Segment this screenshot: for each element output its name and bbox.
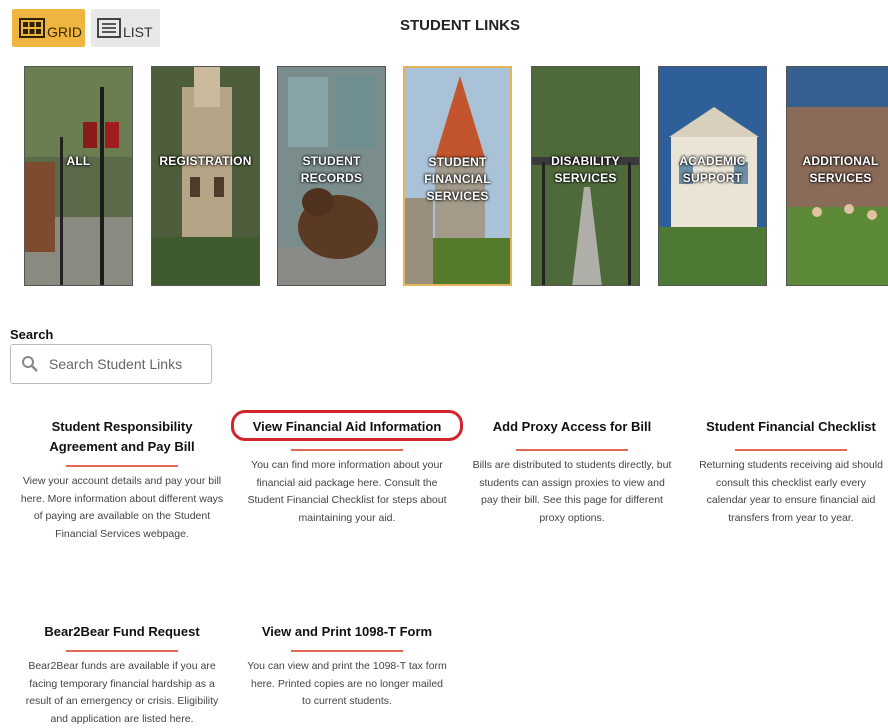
card-1098t[interactable]: View and Print 1098-T Form You can view … [240, 622, 454, 711]
page-title: STUDENT LINKS [400, 17, 520, 34]
divider [516, 449, 628, 451]
card-title[interactable]: Add Proxy Access for Bill [466, 417, 678, 437]
card-pay-bill[interactable]: Student Responsibility Agreement and Pay… [16, 417, 228, 543]
tile-registration[interactable]: REGISTRATION [151, 66, 260, 286]
card-financial-checklist[interactable]: Student Financial Checklist Returning st… [694, 417, 888, 527]
search-label: Search [10, 327, 54, 342]
tile-label: STUDENT RECORDS [300, 154, 363, 185]
tile-label: ACADEMIC SUPPORT [679, 154, 746, 185]
card-description: Bear2Bear funds are available if you are… [25, 660, 219, 725]
card-description: You can find more information about your… [247, 459, 447, 524]
card-title[interactable]: Bear2Bear Fund Request [16, 622, 228, 642]
card-title[interactable]: Student Responsibility Agreement and Pay… [16, 417, 228, 457]
card-bear2bear[interactable]: Bear2Bear Fund Request Bear2Bear funds a… [16, 622, 228, 728]
tile-student-financial-services[interactable]: STUDENT FINANCIAL SERVICES [403, 66, 512, 286]
card-description: You can view and print the 1098-T tax fo… [247, 660, 447, 707]
card-description: Returning students receiving aid should … [699, 459, 883, 524]
card-description: Bills are distributed to students direct… [472, 459, 672, 524]
tile-label: REGISTRATION [159, 154, 252, 168]
highlight-annotation [231, 410, 463, 441]
grid-icon [19, 18, 45, 38]
tile-all[interactable]: ALL [24, 66, 133, 286]
card-description: View your account details and pay your b… [20, 475, 224, 540]
search-input[interactable] [47, 355, 201, 373]
divider [291, 650, 403, 652]
tile-label: ALL [66, 154, 91, 168]
list-icon [97, 18, 121, 38]
tile-photo [152, 67, 259, 285]
list-label: LIST [123, 24, 153, 40]
list-view-button[interactable]: LIST [91, 9, 160, 47]
tile-disability-services[interactable]: DISABILITY SERVICES [531, 66, 640, 286]
search-box[interactable] [10, 344, 212, 384]
divider [735, 449, 847, 451]
card-title[interactable]: View and Print 1098-T Form [240, 622, 454, 642]
grid-view-button[interactable]: GRID [12, 9, 85, 47]
card-proxy-access[interactable]: Add Proxy Access for Bill Bills are dist… [466, 417, 678, 527]
tile-label: ADDITIONAL SERVICES [802, 154, 879, 185]
divider [66, 650, 178, 652]
search-icon [22, 356, 38, 372]
tile-additional-services[interactable]: ADDITIONAL SERVICES [786, 66, 888, 286]
divider [291, 449, 403, 451]
tile-photo [25, 67, 132, 285]
card-title[interactable]: Student Financial Checklist [694, 417, 888, 437]
tile-academic-support[interactable]: ACADEMIC SUPPORT [658, 66, 767, 286]
tile-label: STUDENT FINANCIAL SERVICES [424, 155, 491, 203]
tile-student-records[interactable]: STUDENT RECORDS [277, 66, 386, 286]
grid-label: GRID [47, 24, 82, 40]
tile-label: DISABILITY SERVICES [551, 154, 620, 185]
divider [66, 465, 178, 467]
